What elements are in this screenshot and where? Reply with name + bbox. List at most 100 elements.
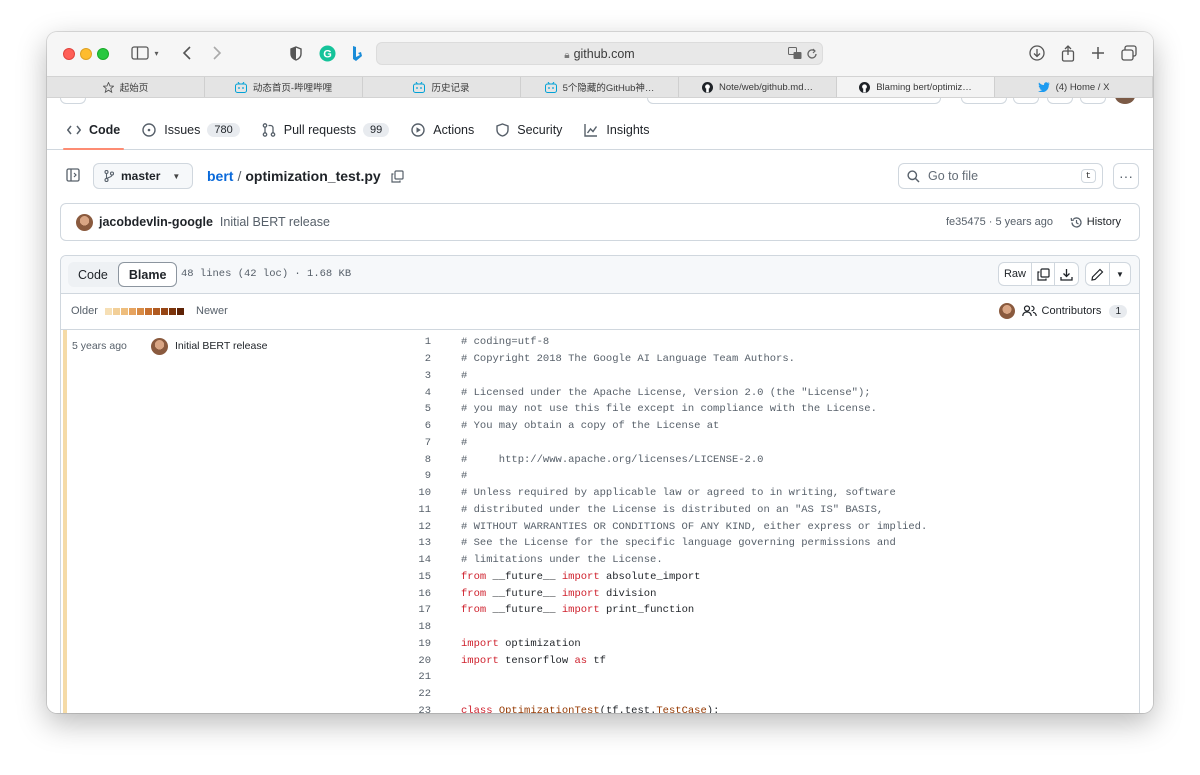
go-to-file-input[interactable]: Go to file t bbox=[898, 163, 1103, 189]
commit-author-link[interactable]: jacobdevlin-google bbox=[99, 215, 213, 229]
tab-actions[interactable]: Actions bbox=[411, 111, 474, 149]
tab-security[interactable]: Security bbox=[496, 111, 562, 149]
edit-pencil-icon[interactable] bbox=[1086, 263, 1110, 285]
contributors-count: 1 bbox=[1109, 304, 1127, 318]
github-icon bbox=[859, 81, 871, 93]
commit-message-link[interactable]: Initial BERT release bbox=[220, 215, 330, 229]
code-line: 7 # bbox=[391, 435, 1131, 452]
code-line: 13 # See the License for the specific lan… bbox=[391, 535, 1131, 552]
line-number[interactable]: 21 bbox=[391, 671, 431, 683]
file-info: 48 lines (42 loc) · 1.68 KB bbox=[181, 268, 352, 280]
tab-code[interactable]: Code bbox=[62, 111, 125, 150]
new-tab-icon[interactable] bbox=[1089, 42, 1107, 64]
commit-meta[interactable]: fe35475 · 5 years ago bbox=[946, 216, 1053, 228]
age-swatch bbox=[177, 308, 184, 315]
browser-tab[interactable]: Note/web/github.md… bbox=[679, 77, 837, 97]
address-bar[interactable]: 🔒︎ github.com bbox=[376, 42, 823, 65]
people-icon bbox=[1021, 305, 1037, 317]
lock-icon: 🔒︎ bbox=[564, 50, 570, 61]
line-code: # http://www.apache.org/licenses/LICENSE… bbox=[461, 453, 764, 466]
code-line: 1 # coding=utf-8 bbox=[391, 334, 1131, 351]
forward-icon[interactable] bbox=[207, 42, 227, 64]
code-line: 23 class OptimizationTest(tf.test.TestCas… bbox=[391, 703, 1131, 713]
code-line: 15 from __future__ import absolute_import bbox=[391, 569, 1131, 586]
breadcrumb-separator: / bbox=[237, 168, 242, 184]
grammarly-extension-icon[interactable]: G bbox=[318, 42, 336, 64]
reload-icon[interactable] bbox=[806, 47, 818, 65]
downloads-icon[interactable] bbox=[1028, 42, 1046, 64]
code-view-button[interactable]: Code bbox=[68, 262, 118, 287]
copy-raw-icon[interactable] bbox=[1032, 263, 1055, 285]
avatar[interactable] bbox=[151, 338, 168, 355]
line-number[interactable]: 20 bbox=[391, 655, 431, 667]
zoom-window-button[interactable] bbox=[97, 48, 109, 60]
line-number[interactable]: 4 bbox=[391, 387, 431, 399]
line-number[interactable]: 16 bbox=[391, 588, 431, 600]
browser-tab[interactable]: 起始页 bbox=[47, 77, 205, 97]
line-code: # bbox=[461, 436, 468, 449]
more-options-button[interactable]: ··· bbox=[1113, 163, 1139, 189]
branch-selector[interactable]: master ▼ bbox=[93, 163, 193, 189]
line-number[interactable]: 15 bbox=[391, 571, 431, 583]
contributors-button[interactable]: Contributors 1 bbox=[998, 303, 1127, 319]
bing-extension-icon[interactable] bbox=[349, 42, 365, 64]
line-number[interactable]: 5 bbox=[391, 403, 431, 415]
line-number[interactable]: 3 bbox=[391, 370, 431, 382]
blame-age: 5 years ago bbox=[72, 340, 127, 352]
line-number[interactable]: 22 bbox=[391, 688, 431, 700]
line-code: # Unless required by applicable law or a… bbox=[461, 487, 896, 500]
history-button[interactable]: History bbox=[1070, 216, 1121, 229]
blame-view-button[interactable]: Blame bbox=[117, 262, 178, 287]
code-line: 19 import optimization bbox=[391, 636, 1131, 653]
line-number[interactable]: 19 bbox=[391, 638, 431, 650]
avatar[interactable] bbox=[76, 213, 93, 231]
line-number[interactable]: 18 bbox=[391, 621, 431, 633]
line-number[interactable]: 14 bbox=[391, 554, 431, 566]
code-line: 10 # Unless required by applicable law or… bbox=[391, 485, 1131, 502]
browser-tab[interactable]: 5个隐藏的GitHub神… bbox=[521, 77, 679, 97]
tab-issues[interactable]: Issues 780 bbox=[142, 111, 240, 149]
translate-icon[interactable] bbox=[788, 47, 802, 65]
minimize-window-button[interactable] bbox=[80, 48, 92, 60]
line-number[interactable]: 1 bbox=[391, 336, 431, 348]
sidebar-toggle-icon[interactable]: ▾ bbox=[127, 42, 163, 64]
line-number[interactable]: 13 bbox=[391, 537, 431, 549]
line-number[interactable]: 11 bbox=[391, 504, 431, 516]
privacy-shield-icon[interactable] bbox=[287, 42, 305, 64]
line-code: from __future__ import print_function bbox=[461, 604, 695, 617]
back-icon[interactable] bbox=[177, 42, 197, 64]
breadcrumb: bert / optimization_test.py bbox=[207, 168, 404, 184]
line-number[interactable]: 2 bbox=[391, 353, 431, 365]
tab-pull-requests[interactable]: Pull requests 99 bbox=[262, 111, 390, 149]
code-lines: 1 # coding=utf-8 2 # Copyright 2018 The Goo… bbox=[391, 334, 1131, 713]
browser-toolbar: ▾ G 🔒︎ github.com bbox=[47, 32, 1153, 76]
close-window-button[interactable] bbox=[63, 48, 75, 60]
browser-tab[interactable]: (4) Home / X bbox=[995, 77, 1153, 97]
browser-tab[interactable]: 动态首页-哔哩哔哩 bbox=[205, 77, 363, 97]
code-line: 14 # limitations under the License. bbox=[391, 552, 1131, 569]
line-number[interactable]: 23 bbox=[391, 705, 431, 713]
line-number[interactable]: 17 bbox=[391, 604, 431, 616]
line-number[interactable]: 8 bbox=[391, 454, 431, 466]
line-number[interactable]: 12 bbox=[391, 521, 431, 533]
repo-link[interactable]: bert bbox=[207, 168, 233, 184]
age-stripe bbox=[63, 330, 67, 713]
line-number[interactable]: 7 bbox=[391, 437, 431, 449]
tab-insights[interactable]: Insights bbox=[584, 111, 650, 149]
raw-button[interactable]: Raw bbox=[999, 263, 1032, 285]
age-swatch bbox=[153, 308, 160, 315]
share-icon[interactable] bbox=[1059, 42, 1077, 64]
github-page: Code Issues 780 Pull requests 99 Actions… bbox=[47, 98, 1153, 713]
browser-tab[interactable]: 历史记录 bbox=[363, 77, 521, 97]
download-icon[interactable] bbox=[1055, 263, 1078, 285]
copy-icon[interactable] bbox=[391, 169, 404, 183]
line-number[interactable]: 9 bbox=[391, 470, 431, 482]
file-tree-toggle-icon[interactable] bbox=[61, 163, 85, 187]
chevron-down-icon[interactable]: ▼ bbox=[1110, 263, 1130, 285]
tab-overview-icon[interactable] bbox=[1120, 42, 1138, 64]
line-number[interactable]: 10 bbox=[391, 487, 431, 499]
blame-commit-link[interactable]: Initial BERT release bbox=[175, 340, 267, 352]
browser-tab-active[interactable]: Blaming bert/optimiz… bbox=[837, 77, 995, 97]
age-swatch bbox=[129, 308, 136, 315]
line-number[interactable]: 6 bbox=[391, 420, 431, 432]
